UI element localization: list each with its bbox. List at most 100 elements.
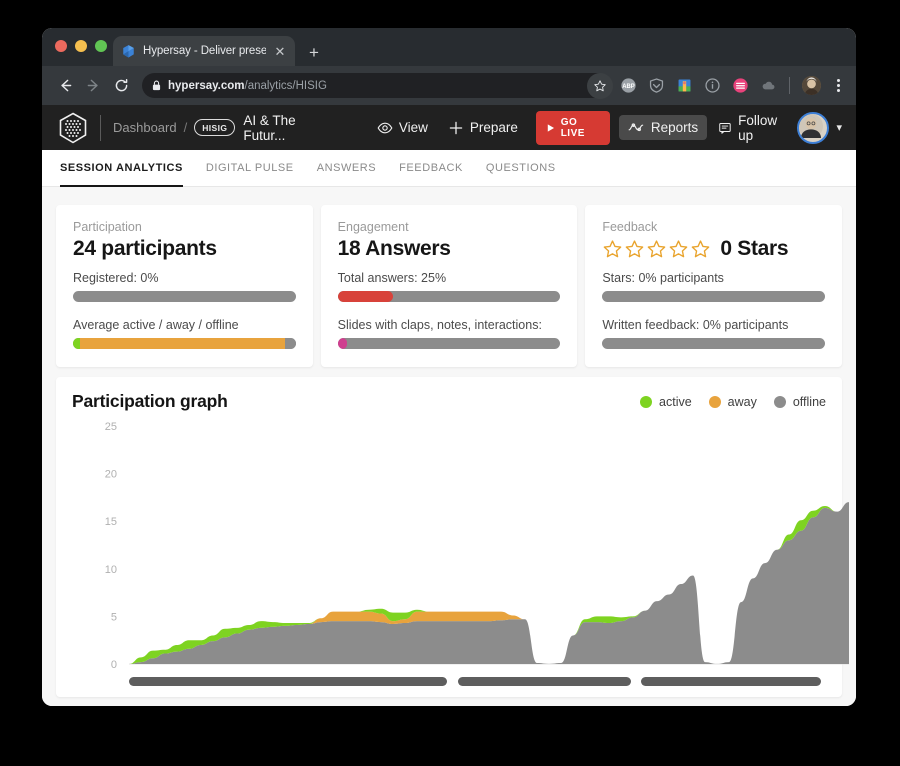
shield-icon[interactable] xyxy=(647,77,665,95)
bar-segment-active xyxy=(73,338,80,349)
svg-text:ABP: ABP xyxy=(622,84,635,90)
participation-card-value: 24 participants xyxy=(73,237,217,260)
maximize-window-button[interactable] xyxy=(95,40,107,52)
profile-avatar-icon[interactable] xyxy=(802,76,821,95)
legend-item-active[interactable]: active xyxy=(640,395,692,409)
tab-questions[interactable]: QUESTIONS xyxy=(486,150,556,187)
reports-button[interactable]: Reports xyxy=(618,115,708,140)
message-icon xyxy=(719,122,731,134)
view-button[interactable]: View xyxy=(368,115,437,141)
back-arrow-icon[interactable] xyxy=(52,73,78,99)
bar-segment-away xyxy=(79,338,285,349)
participation-graph-title: Participation graph xyxy=(72,391,228,411)
address-bar-url: hypersay.com/analytics/HISIG xyxy=(168,80,327,92)
registered-progress-bar xyxy=(73,291,296,302)
participation-area-chart: 0 5 10 15 20 25 xyxy=(105,421,849,671)
y-axis-tick-label: 20 xyxy=(105,469,117,481)
new-tab-button[interactable]: + xyxy=(309,44,319,61)
summary-cards: Participation 24 participants Registered… xyxy=(56,205,843,367)
stars-progress-bar xyxy=(602,291,826,302)
toolbar-divider xyxy=(789,77,790,94)
legend-item-offline[interactable]: offline xyxy=(773,394,826,409)
breadcrumb-separator: / xyxy=(183,120,188,135)
legend-label-away: away xyxy=(727,394,757,409)
abp-adblock-icon[interactable]: ABP xyxy=(619,77,637,95)
view-button-label: View xyxy=(398,120,428,135)
reload-icon[interactable] xyxy=(108,73,134,99)
tab-digital-pulse[interactable]: DIGITAL PULSE xyxy=(206,150,294,187)
user-menu[interactable]: ▾ xyxy=(797,111,842,144)
star-rating xyxy=(602,239,711,260)
y-axis-tick-label: 5 xyxy=(111,611,117,623)
prepare-button-label: Prepare xyxy=(469,120,518,135)
go-live-button[interactable]: GO LIVE xyxy=(535,110,610,145)
star-icon xyxy=(648,239,666,257)
participation-graph-card: Participation graph active away offline xyxy=(56,377,849,697)
stars-participants-label: Stars: 0% participants xyxy=(602,271,724,285)
star-icon xyxy=(670,239,688,257)
legend-dot-offline xyxy=(773,395,786,408)
info-circle-icon[interactable] xyxy=(703,77,721,95)
tab-answers[interactable]: ANSWERS xyxy=(317,150,376,187)
star-outline-icon[interactable] xyxy=(587,72,613,99)
participation-chart: 0 5 10 15 20 25 xyxy=(72,418,849,686)
feedback-card-value: 0 Stars xyxy=(720,237,789,260)
plus-icon xyxy=(449,121,463,134)
participation-card-label: Participation xyxy=(73,220,142,234)
url-domain: hypersay.com xyxy=(168,79,245,92)
app-navigation-bar: Dashboard / HISIG AI & The Futur... View… xyxy=(42,105,856,150)
forward-arrow-icon[interactable] xyxy=(80,73,106,99)
chevron-down-icon[interactable]: ▾ xyxy=(836,121,842,134)
y-axis-tick-label: 25 xyxy=(105,421,117,433)
follow-up-button[interactable]: Follow up xyxy=(709,108,797,148)
analytics-wave-icon xyxy=(628,123,644,132)
engagement-card-label: Engagement xyxy=(337,220,409,234)
feedback-card-label: Feedback xyxy=(602,220,658,234)
bar-segment-offline xyxy=(284,338,296,349)
y-axis-tick-label: 10 xyxy=(105,564,117,576)
tab-feedback[interactable]: FEEDBACK xyxy=(399,150,463,187)
legend-label-active: active xyxy=(659,394,692,409)
play-icon xyxy=(547,123,554,132)
written-feedback-label: Written feedback: 0% participants xyxy=(602,318,789,332)
section-tabs: SESSION ANALYTICS DIGITAL PULSE ANSWERS … xyxy=(42,150,856,187)
nav-actions: View Prepare GO LIVE Reports Follow up xyxy=(368,108,798,148)
browser-toolbar: hypersay.com/analytics/HISIG ABP xyxy=(42,66,856,105)
minimize-window-button[interactable] xyxy=(75,40,87,52)
active-away-offline-bar xyxy=(73,338,296,349)
slides-interactions-label: Slides with claps, notes, interactions: xyxy=(337,318,542,332)
follow-up-button-label: Follow up xyxy=(738,112,778,143)
eye-icon xyxy=(377,122,393,133)
legend-label-offline: offline xyxy=(792,394,826,409)
close-window-button[interactable] xyxy=(55,40,67,52)
registered-label: Registered: 0% xyxy=(73,271,159,285)
kebab-menu-icon[interactable] xyxy=(830,79,846,92)
page-title: AI & The Futur... xyxy=(243,112,296,143)
y-axis-tick-label: 15 xyxy=(105,516,117,528)
feedback-card: Feedback 0 Stars Stars: 0% participants … xyxy=(585,205,843,367)
slide-segment-bar[interactable] xyxy=(641,677,821,686)
active-away-offline-label: Average active / away / offline xyxy=(73,318,239,332)
chart-area-offline xyxy=(129,502,849,664)
address-bar[interactable]: hypersay.com/analytics/HISIG xyxy=(142,73,610,98)
slide-segment-bar[interactable] xyxy=(457,677,631,686)
avatar[interactable] xyxy=(797,111,830,144)
slide-segment-bars[interactable] xyxy=(129,677,821,686)
legend-dot-active xyxy=(640,395,653,408)
breadcrumb-dashboard[interactable]: Dashboard xyxy=(113,120,177,135)
prepare-button[interactable]: Prepare xyxy=(439,115,527,141)
close-icon[interactable]: ✕ xyxy=(273,45,287,58)
legend-item-away[interactable]: away xyxy=(708,394,757,409)
browser-tab[interactable]: Hypersay - Deliver presentatio ✕ xyxy=(113,36,295,66)
bar-segment-answers xyxy=(337,291,394,302)
browser-tabstrip: Hypersay - Deliver presentatio ✕ + xyxy=(42,28,856,66)
slides-interactions-progress-bar xyxy=(337,338,561,349)
slide-segment-bar[interactable] xyxy=(129,677,448,686)
cloud-icon[interactable] xyxy=(759,77,777,95)
bookmark-manager-icon[interactable] xyxy=(675,77,693,95)
engagement-card: Engagement 18 Answers Total answers: 25%… xyxy=(320,205,578,367)
hypersay-favicon-icon xyxy=(123,44,134,57)
tab-session-analytics[interactable]: SESSION ANALYTICS xyxy=(60,150,183,187)
todoist-icon[interactable] xyxy=(731,77,749,95)
chart-legend: active away offline xyxy=(640,395,826,409)
